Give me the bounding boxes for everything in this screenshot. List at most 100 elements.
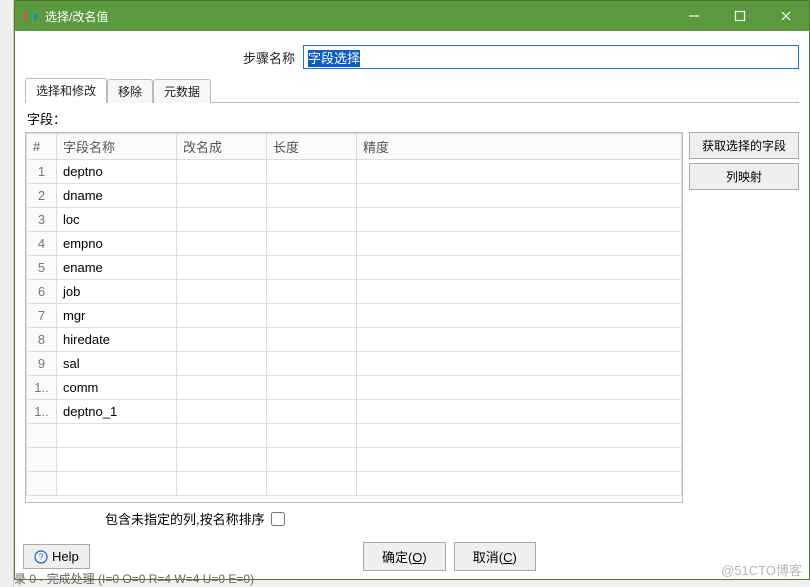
tab-metadata[interactable]: 元数据 <box>153 79 211 103</box>
column-mapping-button[interactable]: 列映射 <box>689 163 799 190</box>
cell[interactable] <box>267 448 357 472</box>
cell-rownum[interactable]: 4 <box>27 232 57 256</box>
cell[interactable]: empno <box>57 232 177 256</box>
cell[interactable] <box>267 208 357 232</box>
cell[interactable]: deptno_1 <box>57 400 177 424</box>
table-row[interactable]: 1..comm <box>27 376 682 400</box>
cell[interactable] <box>357 232 682 256</box>
table-row[interactable]: 3loc <box>27 208 682 232</box>
cell[interactable] <box>57 472 177 496</box>
table-row[interactable]: 4empno <box>27 232 682 256</box>
cell-rownum[interactable]: 7 <box>27 304 57 328</box>
cell[interactable] <box>177 448 267 472</box>
cell[interactable] <box>177 184 267 208</box>
cell-rownum[interactable] <box>27 424 57 448</box>
col-rownum[interactable]: # <box>27 134 57 160</box>
cell[interactable] <box>177 376 267 400</box>
cell[interactable] <box>267 184 357 208</box>
cell[interactable] <box>267 352 357 376</box>
cell[interactable] <box>177 424 267 448</box>
cell[interactable] <box>267 232 357 256</box>
cell[interactable] <box>357 208 682 232</box>
cell[interactable] <box>267 424 357 448</box>
cell[interactable] <box>177 256 267 280</box>
cell[interactable] <box>267 256 357 280</box>
col-precision[interactable]: 精度 <box>357 134 682 160</box>
cell[interactable] <box>357 280 682 304</box>
table-row[interactable]: 6job <box>27 280 682 304</box>
cell-rownum[interactable] <box>27 448 57 472</box>
cell[interactable] <box>357 304 682 328</box>
cancel-button[interactable]: 取消(C) <box>454 542 536 571</box>
cell-rownum[interactable]: 1 <box>27 160 57 184</box>
cell[interactable] <box>357 184 682 208</box>
cell[interactable] <box>267 376 357 400</box>
get-fields-button[interactable]: 获取选择的字段 <box>689 132 799 159</box>
include-unspecified-checkbox[interactable] <box>271 512 285 526</box>
step-name-input[interactable]: 字段选择 <box>303 45 799 69</box>
cell[interactable] <box>177 208 267 232</box>
cell[interactable]: ename <box>57 256 177 280</box>
col-rename[interactable]: 改名成 <box>177 134 267 160</box>
cell[interactable]: loc <box>57 208 177 232</box>
cell[interactable]: comm <box>57 376 177 400</box>
cell[interactable] <box>177 160 267 184</box>
table-row[interactable]: 1..deptno_1 <box>27 400 682 424</box>
cell[interactable] <box>177 352 267 376</box>
minimize-button[interactable] <box>671 1 717 31</box>
col-length[interactable]: 长度 <box>267 134 357 160</box>
cell-rownum[interactable]: 2 <box>27 184 57 208</box>
table-row[interactable] <box>27 472 682 496</box>
cell-rownum[interactable] <box>27 472 57 496</box>
cell[interactable]: deptno <box>57 160 177 184</box>
cell[interactable] <box>357 424 682 448</box>
table-row[interactable] <box>27 448 682 472</box>
cell[interactable] <box>357 400 682 424</box>
help-button[interactable]: ? Help <box>23 544 90 569</box>
cell[interactable] <box>177 304 267 328</box>
cell[interactable] <box>357 472 682 496</box>
cell[interactable] <box>357 448 682 472</box>
cell[interactable] <box>267 304 357 328</box>
cell[interactable] <box>177 280 267 304</box>
cell[interactable]: job <box>57 280 177 304</box>
table-row[interactable]: 5ename <box>27 256 682 280</box>
cell[interactable] <box>177 328 267 352</box>
table-row[interactable]: 1deptno <box>27 160 682 184</box>
cell-rownum[interactable]: 3 <box>27 208 57 232</box>
table-row[interactable]: 8hiredate <box>27 328 682 352</box>
cell-rownum[interactable]: 5 <box>27 256 57 280</box>
cell[interactable] <box>267 160 357 184</box>
tab-select-modify[interactable]: 选择和修改 <box>25 78 107 103</box>
ok-button[interactable]: 确定(O) <box>363 542 446 571</box>
cell[interactable] <box>357 256 682 280</box>
cell[interactable] <box>57 448 177 472</box>
cell-rownum[interactable]: 8 <box>27 328 57 352</box>
table-row[interactable] <box>27 424 682 448</box>
tab-remove[interactable]: 移除 <box>107 79 153 103</box>
cell[interactable] <box>177 400 267 424</box>
table-row[interactable]: 9sal <box>27 352 682 376</box>
cell[interactable] <box>267 280 357 304</box>
titlebar[interactable]: 选择/改名值 <box>15 1 809 31</box>
cell-rownum[interactable]: 1.. <box>27 400 57 424</box>
cell[interactable]: sal <box>57 352 177 376</box>
cell[interactable] <box>177 232 267 256</box>
cell-rownum[interactable]: 1.. <box>27 376 57 400</box>
col-fieldname[interactable]: 字段名称 <box>57 134 177 160</box>
cell[interactable]: mgr <box>57 304 177 328</box>
cell[interactable] <box>357 328 682 352</box>
cell[interactable] <box>57 424 177 448</box>
cell[interactable] <box>267 328 357 352</box>
cell[interactable] <box>267 472 357 496</box>
cell[interactable] <box>177 472 267 496</box>
close-button[interactable] <box>763 1 809 31</box>
cell[interactable]: hiredate <box>57 328 177 352</box>
cell[interactable] <box>357 160 682 184</box>
maximize-button[interactable] <box>717 1 763 31</box>
table-row[interactable]: 2dname <box>27 184 682 208</box>
fields-grid[interactable]: # 字段名称 改名成 长度 精度 1deptno2dname3loc4empno… <box>25 132 683 503</box>
cell[interactable] <box>267 400 357 424</box>
cell-rownum[interactable]: 9 <box>27 352 57 376</box>
table-row[interactable]: 7mgr <box>27 304 682 328</box>
